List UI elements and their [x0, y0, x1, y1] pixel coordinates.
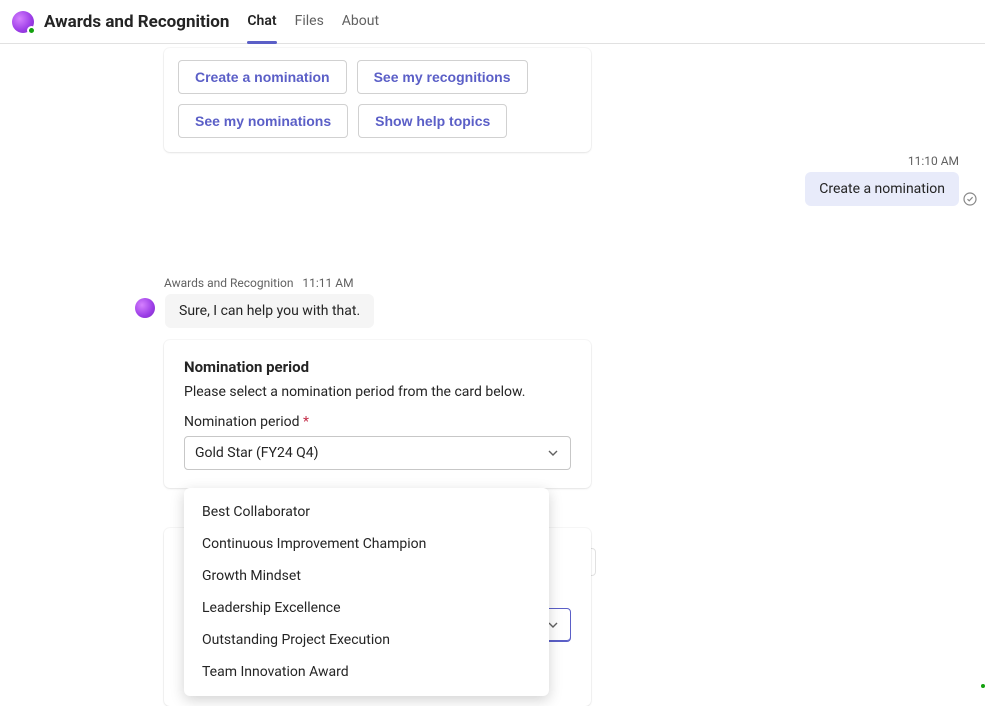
chat-area: Create a nomination See my recognitions … [0, 48, 985, 688]
tab-files[interactable]: Files [295, 0, 324, 43]
nomination-card-title: Nomination period [184, 358, 571, 376]
tab-chat[interactable]: Chat [247, 0, 276, 43]
dropdown-option[interactable]: Team Innovation Award [184, 656, 549, 688]
see-nominations-button[interactable]: See my nominations [178, 104, 348, 138]
nomination-period-select[interactable]: Gold Star (FY24 Q4) [184, 436, 571, 470]
user-message-time: 11:10 AM [908, 154, 959, 168]
dropdown-menu[interactable]: Best Collaborator Continuous Improvement… [184, 488, 549, 696]
create-nomination-button[interactable]: Create a nomination [178, 60, 347, 94]
bot-avatar [12, 11, 34, 33]
nomination-field-label: Nomination period * [184, 414, 571, 430]
dropdown-option[interactable]: Leadership Excellence [184, 592, 549, 624]
quick-actions-card: Create a nomination See my recognitions … [164, 48, 591, 152]
app-header: Awards and Recognition Chat Files About [0, 0, 985, 44]
bot-reply-time: 11:11 AM [302, 276, 353, 290]
chevron-down-icon [546, 446, 560, 460]
dropdown-option[interactable]: Continuous Improvement Champion [184, 528, 549, 560]
sent-check-icon [963, 192, 977, 206]
nomination-period-card: Nomination period Please select a nomina… [164, 340, 591, 488]
dropdown-option[interactable]: Outstanding Project Execution [184, 624, 549, 656]
bot-avatar-small [135, 298, 155, 318]
bot-sender-name: Awards and Recognition [164, 276, 293, 290]
dropdown-option[interactable]: Growth Mindset [184, 560, 549, 592]
nomination-selected-value: Gold Star (FY24 Q4) [195, 445, 319, 461]
show-help-button[interactable]: Show help topics [358, 104, 507, 138]
tab-about[interactable]: About [342, 0, 379, 43]
nomination-card-description: Please select a nomination period from t… [184, 384, 571, 400]
user-message-bubble: Create a nomination [805, 172, 959, 206]
see-recognitions-button[interactable]: See my recognitions [357, 60, 528, 94]
presence-indicator [27, 26, 36, 35]
bot-reply-meta: Awards and Recognition 11:11 AM [164, 276, 975, 290]
app-title: Awards and Recognition [44, 12, 229, 32]
bot-reply-text: Sure, I can help you with that. [165, 294, 374, 328]
dropdown-option[interactable]: Best Collaborator [184, 496, 549, 528]
